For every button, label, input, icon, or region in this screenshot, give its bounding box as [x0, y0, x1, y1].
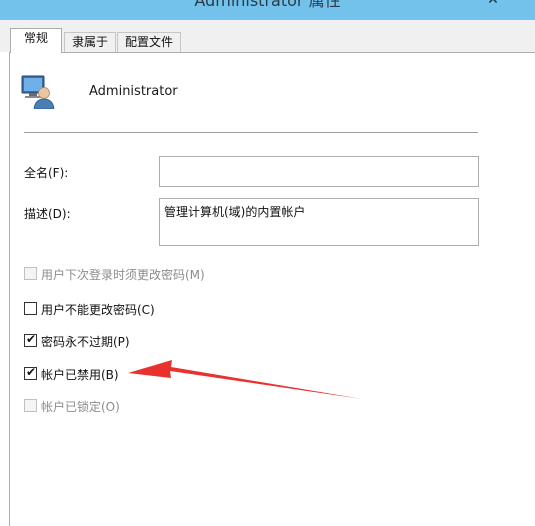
red-arrow-annotation [128, 360, 362, 399]
tab-label: 常规 [23, 31, 48, 45]
tab-general[interactable]: 常规 [10, 28, 62, 53]
